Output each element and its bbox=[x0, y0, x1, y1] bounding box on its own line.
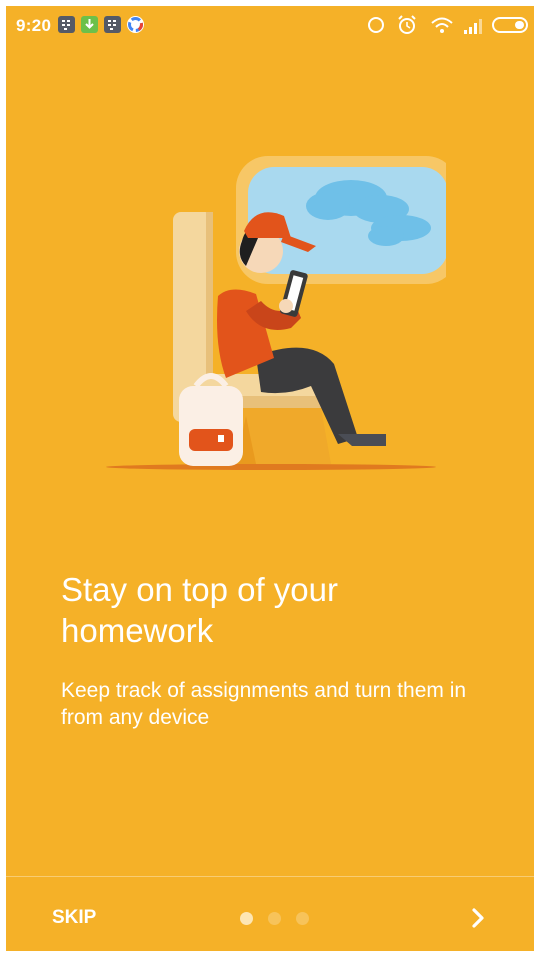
battery-icon bbox=[492, 17, 528, 33]
page-dot bbox=[268, 912, 281, 925]
bbm-icon bbox=[104, 16, 121, 33]
wifi-icon bbox=[431, 17, 453, 33]
bbm-icon bbox=[58, 16, 75, 33]
onboarding-screen: 9:20 Stay on top of your homework Keep t… bbox=[6, 6, 534, 951]
status-time: 9:20 bbox=[16, 16, 52, 35]
sync-icon bbox=[368, 17, 384, 33]
download-icon bbox=[81, 16, 98, 33]
footer-divider bbox=[6, 876, 534, 877]
page-dot bbox=[240, 912, 253, 925]
chevron-right-icon[interactable] bbox=[462, 902, 494, 934]
skip-button[interactable]: SKIP bbox=[46, 903, 102, 933]
status-bar: 9:20 bbox=[6, 6, 534, 46]
onboarding-subtitle: Keep track of assignments and turn them … bbox=[61, 679, 467, 729]
alarm-icon bbox=[398, 15, 416, 34]
student-on-train-illustration bbox=[106, 156, 446, 470]
onboarding-title: Stay on top of your homework bbox=[61, 571, 339, 649]
signal-icon bbox=[464, 19, 482, 34]
google-icon bbox=[127, 16, 144, 33]
page-dot bbox=[296, 912, 309, 925]
